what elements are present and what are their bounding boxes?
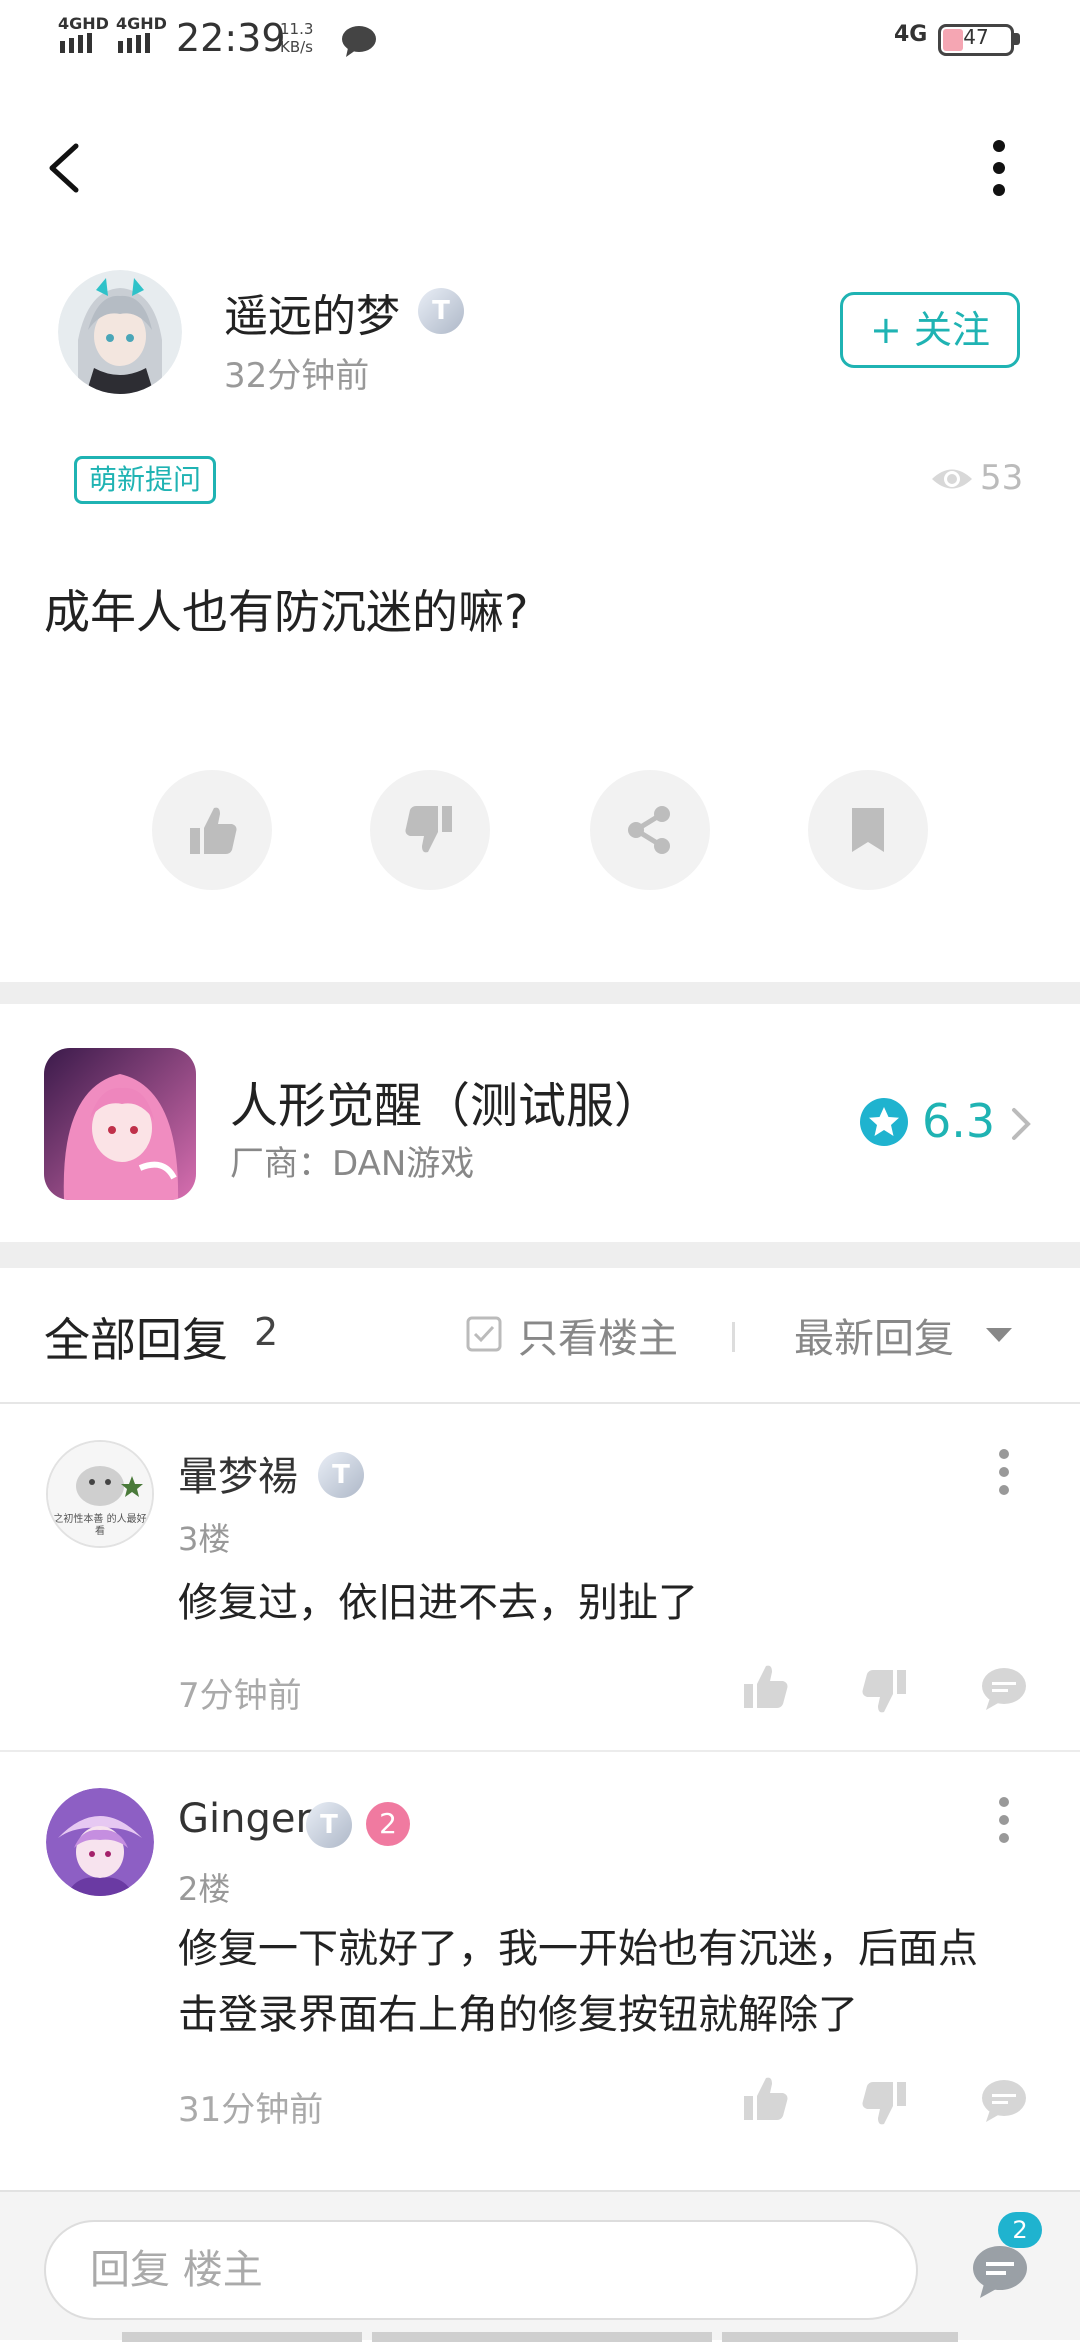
reply-input[interactable]: 回复 楼主 — [44, 2220, 918, 2320]
comment-avatar[interactable] — [46, 1788, 154, 1896]
game-icon — [44, 1048, 196, 1200]
comment-count-badge: 2 — [998, 2212, 1042, 2248]
comment-reply-icon[interactable] — [980, 1666, 1028, 1712]
battery-tip — [1014, 33, 1020, 45]
chat-notification-icon — [342, 26, 376, 57]
post-tag[interactable]: 萌新提问 — [74, 456, 216, 504]
comment-avatar-image — [46, 1788, 154, 1896]
comment-dislike-icon[interactable] — [860, 1666, 910, 1716]
chevron-right-icon — [1012, 1108, 1031, 1140]
network-type: 4G — [894, 22, 928, 47]
back-arrow-icon[interactable] — [44, 140, 84, 196]
checkbox-icon[interactable] — [466, 1316, 502, 1352]
game-rating: 6.3 — [922, 1094, 996, 1148]
signal-bars-icon — [60, 33, 92, 53]
avatar-caption: 之初性本善 的人最好看 — [53, 1514, 147, 1537]
dislike-button[interactable] — [370, 770, 490, 890]
comment-more-icon[interactable] — [994, 1796, 1014, 1844]
star-rating-icon — [860, 1098, 908, 1146]
author-badge-label: T — [432, 296, 450, 326]
author-avatar-image — [58, 270, 182, 394]
comments-icon[interactable] — [970, 2242, 1030, 2300]
game-name: 人形觉醒（测试服） — [230, 1078, 663, 1134]
share-icon — [628, 806, 670, 854]
comment-title-badge-icon: T — [318, 1452, 364, 1498]
replies-count: 2 — [254, 1310, 279, 1354]
level-badge-label: 2 — [379, 1807, 397, 1840]
signal-1: 4GHD — [58, 14, 109, 57]
signal-1-label: 4GHD — [58, 14, 109, 33]
network-speed: 11.3 KB/s — [280, 20, 313, 56]
comment-item: Ginger T 2 2楼 修复一下就好了，我一开始也有沉迷，后面点 击登录界面… — [0, 1752, 1080, 2162]
battery-level: 47 — [963, 25, 989, 49]
comment-text: 修复一下就好了，我一开始也有沉迷，后面点 击登录界面右上角的修复按钮就解除了 — [178, 1916, 978, 2048]
filter-separator — [732, 1322, 735, 1352]
comment-author[interactable]: Ginger — [178, 1796, 312, 1842]
post-time: 32分钟前 — [224, 356, 370, 396]
comment-reply-icon[interactable] — [980, 2078, 1028, 2124]
bookmark-icon — [852, 808, 884, 852]
comment-dislike-icon[interactable] — [860, 2078, 910, 2128]
view-count: 53 — [980, 458, 1024, 498]
thumbs-down-icon — [405, 806, 452, 853]
dropdown-arrow-icon[interactable] — [984, 1326, 1014, 1344]
comment-like-icon[interactable] — [740, 1662, 790, 1712]
comment-time: 31分钟前 — [178, 2090, 324, 2130]
follow-button[interactable]: + 关注 — [840, 292, 1020, 368]
comment-text-line-2: 击登录界面右上角的修复按钮就解除了 — [178, 1992, 858, 2038]
eye-icon — [932, 469, 972, 489]
section-divider — [0, 982, 1080, 1004]
comment-time: 7分钟前 — [178, 1676, 302, 1716]
author-avatar[interactable] — [58, 270, 182, 394]
bottom-bar: 回复 楼主 2 — [0, 2190, 1080, 2342]
comment-floor: 2楼 — [178, 1870, 231, 1908]
comment-text: 修复过，依旧进不去，别扯了 — [178, 1580, 698, 1626]
game-vendor: 厂商：DAN游戏 — [230, 1144, 475, 1184]
comment-item: 之初性本善 的人最好看 暈梦禓 T 3楼 修复过，依旧进不去，别扯了 7分钟前 — [0, 1404, 1080, 1750]
sort-selector[interactable]: 最新回复 — [794, 1306, 954, 1364]
nav-indicator — [122, 2332, 958, 2342]
like-button[interactable] — [152, 770, 272, 890]
game-icon-image — [44, 1048, 196, 1200]
signal-2-label: 4GHD — [116, 14, 167, 33]
signal-bars-icon — [118, 33, 150, 53]
comment-more-icon[interactable] — [994, 1448, 1014, 1496]
author-name[interactable]: 遥远的梦 — [224, 280, 400, 344]
speed-unit: KB/s — [280, 38, 313, 56]
comment-title-badge-icon: T — [306, 1802, 352, 1848]
only-op-label[interactable]: 只看楼主 — [518, 1306, 678, 1364]
game-card[interactable]: 人形觉醒（测试服） 厂商：DAN游戏 6.3 — [0, 1004, 1080, 1242]
comment-author[interactable]: 暈梦禓 — [178, 1444, 298, 1502]
section-divider — [0, 1242, 1080, 1268]
share-button[interactable] — [590, 770, 710, 890]
replies-title: 全部回复 — [44, 1313, 228, 1367]
clock: 22:39 — [176, 16, 286, 60]
comment-avatar[interactable]: 之初性本善 的人最好看 — [46, 1440, 154, 1548]
battery-icon: 47 — [938, 24, 1014, 56]
thumbs-up-icon — [190, 807, 237, 854]
signal-2: 4GHD — [116, 14, 167, 57]
status-bar: 4GHD 4GHD 22:39 11.3 KB/s 4G 47 — [0, 0, 1080, 80]
comment-like-icon[interactable] — [740, 2074, 790, 2124]
speed-value: 11.3 — [280, 20, 314, 38]
comment-floor: 3楼 — [178, 1520, 231, 1558]
bookmark-button[interactable] — [808, 770, 928, 890]
comment-badge-label: T — [320, 1810, 338, 1840]
author-title-badge-icon: T — [418, 288, 464, 334]
more-options-icon[interactable] — [984, 138, 1014, 198]
post-content: 成年人也有防沉迷的嘛? — [44, 585, 529, 639]
comment-text-line-1: 修复一下就好了，我一开始也有沉迷，后面点 — [178, 1926, 978, 1972]
comment-badge-label: T — [332, 1460, 350, 1490]
level-badge-icon: 2 — [366, 1802, 410, 1846]
